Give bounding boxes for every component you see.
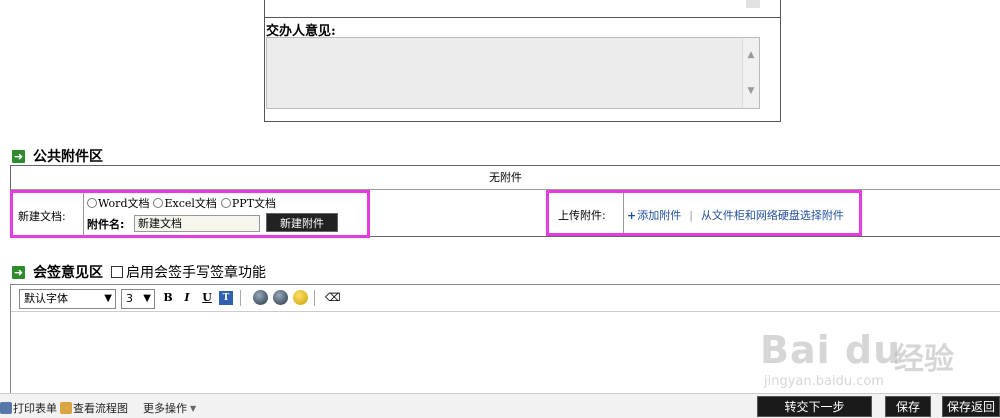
transfer-next-step-button[interactable]: 转交下一步 <box>757 396 872 417</box>
font-size-value: 3 <box>126 292 133 305</box>
save-return-button[interactable]: 保存返回 <box>942 396 1000 417</box>
watermark-logo: Bai du <box>760 328 902 372</box>
font-family-select[interactable]: 默认字体 ▼ <box>19 289 116 309</box>
radio-ppt[interactable]: PPT文档 <box>220 195 277 211</box>
font-family-value: 默认字体 <box>24 292 68 305</box>
section-arrow-icon: ➜ <box>12 265 25 279</box>
doc-type-radios: Word文档 Excel文档 PPT文档 <box>87 195 280 211</box>
radio-word[interactable]: Word文档 <box>87 195 149 211</box>
checkbox-icon[interactable] <box>111 266 123 278</box>
handwriting-signature-label: 启用会签手写签章功能 <box>126 265 266 281</box>
attachment-name-input[interactable]: 新建文档 <box>134 215 260 232</box>
radio-circle-icon[interactable] <box>153 198 164 208</box>
public-attachments-header: ➜ 公共附件区 <box>12 146 103 166</box>
italic-button[interactable]: I <box>180 291 194 305</box>
handler-opinion-box: 交办人意见: ▲ ▼ <box>264 0 781 122</box>
print-icon <box>0 402 12 414</box>
select-from-cabinet-link[interactable]: 从文件柜和网络硬盘选择附件 <box>701 207 844 223</box>
toolbar-separator <box>314 290 315 306</box>
radio-ppt-label: PPT文档 <box>231 197 277 210</box>
countersign-title: 会签意见区 <box>33 265 103 281</box>
editor-toolbar: 默认字体 ▼ 3 ▼ B I U T ⌫ <box>11 285 1000 312</box>
up-arrow-icon[interactable]: ▲ <box>746 50 756 60</box>
font-size-select[interactable]: 3 ▼ <box>121 289 155 309</box>
chevron-down-icon: ▼ <box>104 293 112 304</box>
upload-links: + 添加附件 | 从文件柜和网络硬盘选择附件 <box>627 207 844 223</box>
view-flow-label: 查看流程图 <box>73 402 128 415</box>
handwriting-signature-checkbox[interactable]: 启用会签手写签章功能 <box>111 262 266 282</box>
separator: | <box>689 208 693 222</box>
print-form-label: 打印表单 <box>13 402 57 415</box>
bold-button[interactable]: B <box>161 291 175 305</box>
radio-word-label: Word文档 <box>98 197 150 210</box>
radio-excel[interactable]: Excel文档 <box>153 195 217 211</box>
toolbar-separator <box>240 290 241 306</box>
new-document-panel: 新建文档: Word文档 Excel文档 PPT文档 附件名: 新建文档 新建附… <box>10 190 370 238</box>
upload-label: 上传附件: <box>558 209 606 222</box>
plus-icon: + <box>627 208 637 222</box>
watermark-url: jingyan.baidu.com <box>764 374 884 389</box>
public-attachments-title: 公共附件区 <box>33 149 103 165</box>
countersign-header: ➜ 会签意见区 启用会签手写签章功能 <box>12 262 266 282</box>
baidu-jingyan-watermark: Bai du 经验 jingyan.baidu.com <box>756 310 1000 390</box>
radio-circle-icon[interactable] <box>220 198 231 208</box>
previous-opinion-row <box>265 0 780 18</box>
section-arrow-icon: ➜ <box>12 149 25 163</box>
textarea-scrollbar[interactable]: ▲ ▼ <box>742 38 759 108</box>
radio-circle-icon[interactable] <box>87 198 97 208</box>
radio-excel-label: Excel文档 <box>164 197 217 210</box>
insert-image-icon[interactable] <box>253 290 268 305</box>
chevron-down-icon: ▼ <box>143 293 151 304</box>
add-attachment-link[interactable]: 添加附件 <box>637 207 681 223</box>
watermark-cn: 经验 <box>894 342 954 377</box>
flow-chart-icon <box>60 402 72 414</box>
handler-opinion-textarea[interactable]: ▲ ▼ <box>266 37 760 109</box>
text-color-icon[interactable]: T <box>219 291 233 305</box>
insert-media-icon[interactable] <box>273 290 288 305</box>
upload-attachment-panel: 上传附件: + 添加附件 | 从文件柜和网络硬盘选择附件 <box>546 190 862 236</box>
scrollbar-thumb[interactable] <box>746 0 760 8</box>
bottom-action-bar: 打印表单 查看流程图 更多操作 ▼ 转交下一步 保存 保存返回 <box>0 393 1000 418</box>
chevron-down-icon: ▼ <box>190 403 197 413</box>
eraser-icon[interactable]: ⌫ <box>325 291 341 305</box>
print-form-link[interactable]: 打印表单 <box>0 400 57 416</box>
new-attachment-button[interactable]: 新建附件 <box>266 213 338 232</box>
down-arrow-icon[interactable]: ▼ <box>746 86 756 96</box>
save-button[interactable]: 保存 <box>885 396 931 417</box>
view-flow-link[interactable]: 查看流程图 <box>60 400 128 416</box>
smiley-icon[interactable] <box>293 290 308 305</box>
underline-button[interactable]: U <box>200 291 214 305</box>
no-attachments-text: 无附件 <box>11 166 1000 190</box>
new-doc-label: 新建文档: <box>18 210 66 223</box>
attachment-name-label: 附件名: <box>87 218 125 231</box>
more-operations-menu[interactable]: 更多操作 ▼ <box>143 400 196 416</box>
divider <box>623 193 624 233</box>
more-operations-label: 更多操作 <box>143 402 187 415</box>
divider <box>83 193 84 235</box>
